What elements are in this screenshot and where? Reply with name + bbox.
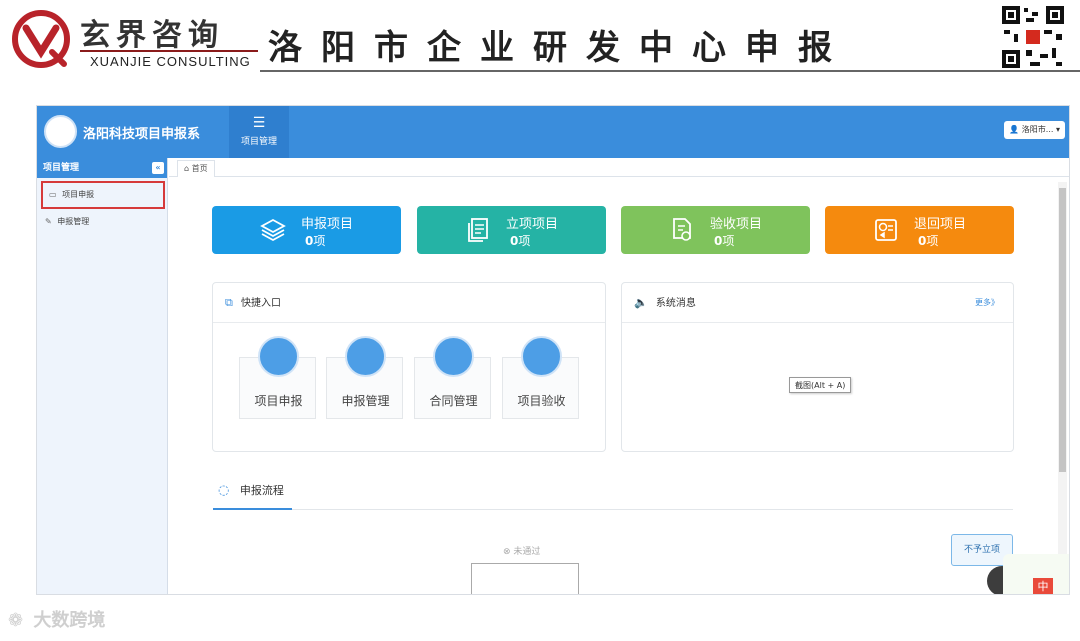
watermark-logo-icon: ❁: [8, 610, 24, 631]
speaker-icon: 🔈: [634, 296, 648, 309]
apply-doc-icon: [258, 336, 299, 377]
quick-entry-contract-management[interactable]: 合同管理: [414, 336, 491, 419]
stat-label: 申报项目: [301, 217, 354, 232]
copy-icon: [345, 336, 386, 377]
documents-icon: [468, 218, 488, 242]
external-link-icon: ⧉: [225, 296, 233, 309]
file-check-icon: [673, 218, 691, 241]
brand-name-en: XUANJIE CONSULTING: [90, 54, 251, 69]
stat-card-applied[interactable]: 申报项目 0项: [212, 206, 401, 254]
scrollbar-thumb[interactable]: [1059, 188, 1066, 472]
watermark-text: 大数跨境: [33, 610, 106, 631]
flow-section-header: ◌ 申报流程: [213, 476, 1013, 510]
system-title: 洛阳科技项目申报系: [83, 127, 201, 142]
vertical-scrollbar[interactable]: [1058, 182, 1067, 594]
stat-label: 退回项目: [914, 217, 967, 232]
layers-icon: [260, 218, 286, 242]
pencil-icon: ✎: [45, 217, 52, 226]
flow-tab-label: 申报流程: [239, 484, 284, 497]
cycle-icon: ◌: [218, 483, 230, 498]
user-icon: 👤: [1009, 125, 1020, 134]
tab-home[interactable]: ⌂ 首页: [177, 160, 215, 177]
user-menu-label: 洛阳市...: [1021, 125, 1054, 134]
stat-count: 0项: [510, 234, 531, 248]
system-emblem-icon: [44, 115, 77, 148]
return-icon: [875, 219, 897, 241]
stat-count: 0项: [918, 234, 939, 248]
system-messages-panel: 🔈 系统消息 更多》 截图(Alt + A): [621, 282, 1014, 452]
top-nav-project-management[interactable]: ☰ 项目管理: [229, 106, 289, 158]
cross-circle-icon: ⊗: [503, 547, 511, 557]
watermark: ❁ 大数跨境: [8, 606, 105, 636]
sidebar-item-project-apply[interactable]: ▭ 项目申报: [41, 181, 165, 209]
screenshot-tooltip: 截图(Alt + A): [789, 377, 852, 393]
flow-step-box: [471, 563, 579, 594]
quick-entry-panel: ⧉ 快捷入口 项目申报 申报管理 合同管理 项目验收: [212, 282, 606, 452]
sidebar-item-label: 申报管理: [57, 217, 90, 226]
quick-entry-project-acceptance[interactable]: 项目验收: [502, 336, 579, 419]
monitor-icon: ▭: [49, 190, 57, 199]
qr-code-icon: [1000, 4, 1066, 70]
sidebar: 项目管理 « ▭ 项目申报 ✎ 申报管理: [37, 158, 168, 594]
quick-entry-label: 项目验收: [517, 394, 566, 408]
top-bar: 洛阳科技项目申报系 ☰ 项目管理 👤 洛阳市... ▾: [37, 106, 1069, 158]
home-icon: ⌂: [184, 164, 190, 173]
caret-down-icon: ▾: [1055, 125, 1060, 134]
stat-label: 立项项目: [506, 217, 559, 232]
tab-strip: ⌂ 首页: [169, 158, 1069, 177]
stat-card-accepted[interactable]: 验收项目 0项: [621, 206, 810, 254]
sidebar-header: 项目管理 «: [37, 158, 167, 178]
header-divider: [260, 70, 1080, 72]
quick-entry-label: 项目申报: [254, 394, 303, 408]
list-icon: ☰: [252, 115, 266, 131]
brand-underline: [80, 50, 258, 52]
stat-count: 0项: [714, 234, 735, 248]
quick-entry-apply-management[interactable]: 申报管理: [326, 336, 403, 419]
panel-header: ⧉ 快捷入口: [213, 283, 605, 323]
panel-header: 🔈 系统消息 更多》: [622, 283, 1013, 323]
sidebar-item-apply-management[interactable]: ✎ 申报管理: [37, 209, 167, 235]
sidebar-item-label: 项目申报: [62, 190, 95, 199]
brand-logo-icon: [12, 10, 70, 68]
slide-title: 洛阳市企业研发中心申报: [268, 28, 851, 68]
panel-title: 系统消息: [655, 298, 696, 309]
top-nav-label: 项目管理: [240, 137, 277, 147]
inbox-icon: [521, 336, 562, 377]
not-passed-label: ⊗ 未通过: [503, 547, 541, 557]
panel-title: 快捷入口: [241, 298, 282, 309]
stat-card-returned[interactable]: 退回项目 0项: [825, 206, 1014, 254]
brand-name-cn: 玄界咨询: [80, 18, 224, 53]
app-window: 洛阳科技项目申报系 ☰ 项目管理 👤 洛阳市... ▾ 项目管理 « ▭ 项目申…: [36, 105, 1070, 595]
stat-card-approved[interactable]: 立项项目 0项: [417, 206, 606, 254]
tab-apply-flow[interactable]: ◌ 申报流程: [213, 476, 292, 510]
ime-badge[interactable]: 中: [1033, 578, 1053, 594]
more-link[interactable]: 更多》: [975, 283, 999, 323]
slide-header: 玄界咨询 XUANJIE CONSULTING 洛阳市企业研发中心申报: [0, 0, 1080, 80]
sidebar-header-label: 项目管理: [43, 163, 80, 173]
quick-entry-project-apply[interactable]: 项目申报: [239, 336, 316, 419]
wrench-icon: [433, 336, 474, 377]
main-content: ⌂ 首页 申报项目 0项 立项项目 0项 验收项目 0项 退回项目 0项 ⧉ 快…: [169, 158, 1069, 594]
quick-entry-label: 申报管理: [341, 394, 390, 408]
quick-entry-label: 合同管理: [429, 394, 478, 408]
stat-count: 0项: [305, 234, 326, 248]
stat-label: 验收项目: [710, 217, 763, 232]
tab-home-label: 首页: [191, 164, 208, 173]
user-menu-dropdown[interactable]: 👤 洛阳市... ▾: [1004, 121, 1065, 139]
collapse-sidebar-button[interactable]: «: [152, 162, 164, 174]
